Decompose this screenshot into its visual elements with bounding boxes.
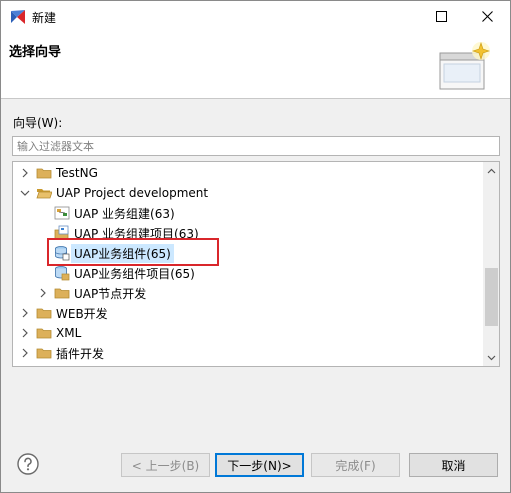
folder-icon xyxy=(36,168,52,179)
page-title: 选择向导 xyxy=(9,45,62,60)
window-title: 新建 xyxy=(32,11,57,25)
folder-icon xyxy=(36,328,52,339)
app-logo-icon xyxy=(11,10,25,24)
title-bar: 新建 xyxy=(1,1,510,32)
new-wizard-graphic-icon xyxy=(439,42,490,90)
chevron-right-icon[interactable] xyxy=(18,343,32,363)
maximize-button[interactable] xyxy=(418,1,464,32)
wizards-label: 向导(W): xyxy=(13,116,63,130)
database-project-icon xyxy=(55,266,70,281)
finish-button[interactable]: 完成(F) xyxy=(311,453,400,477)
folder-icon xyxy=(36,308,52,319)
tree-item-label: UAP节点开发 xyxy=(74,286,147,301)
tree-item-uap-component-build[interactable]: UAP 业务组建(63) xyxy=(54,203,175,223)
close-icon xyxy=(481,11,493,22)
tree-item-label: UAP业务组件项目(65) xyxy=(74,266,195,281)
chevron-right-icon[interactable] xyxy=(18,163,32,183)
tree-item-label: UAP 业务组建(63) xyxy=(74,206,175,221)
tree-item-plugin-development[interactable]: 插件开发 xyxy=(18,343,104,363)
help-icon[interactable] xyxy=(16,452,40,476)
chevron-up-icon xyxy=(487,168,496,173)
chevron-right-icon[interactable] xyxy=(36,283,50,303)
component-icon xyxy=(54,206,70,220)
scroll-thumb[interactable] xyxy=(485,268,498,326)
scroll-up-button[interactable] xyxy=(483,162,499,179)
tree-item-uap-node-development[interactable]: UAP节点开发 xyxy=(36,283,146,303)
tree-item-uap-business-component[interactable]: UAP业务组件(65) xyxy=(54,243,174,263)
tree-item-label: TestNG xyxy=(56,166,98,180)
tree-item-web-development[interactable]: WEB开发 xyxy=(18,303,108,323)
tree-item-label: XML xyxy=(56,326,82,340)
scroll-down-button[interactable] xyxy=(483,349,499,366)
tree-item-label: UAP Project development xyxy=(56,186,209,200)
wizard-banner: 选择向导 xyxy=(1,32,510,99)
chevron-down-icon xyxy=(487,355,496,360)
tree-item-uap-project-development[interactable]: UAP Project development xyxy=(18,183,208,203)
tree-item-label: 插件开发 xyxy=(56,346,105,361)
new-wizard-dialog: 新建 选择向导 向导(W): 输入过滤器文本 TestNG UAP Projec… xyxy=(0,0,511,493)
tree-item-label: WEB开发 xyxy=(56,306,108,321)
chevron-right-icon[interactable] xyxy=(18,303,32,323)
cancel-button[interactable]: 取消 xyxy=(409,453,498,477)
close-button[interactable] xyxy=(464,1,510,32)
chevron-right-icon[interactable] xyxy=(18,323,32,343)
filter-input[interactable] xyxy=(12,136,500,156)
folder-open-icon xyxy=(36,189,52,199)
chevron-down-icon[interactable] xyxy=(18,183,32,203)
next-button[interactable]: 下一步(N)> xyxy=(215,453,304,477)
tree-item-label: UAP业务组件(65) xyxy=(71,243,174,263)
folder-icon xyxy=(36,348,52,359)
tree-item-uap-business-component-project[interactable]: UAP业务组件项目(65) xyxy=(54,263,195,283)
database-icon xyxy=(55,246,70,261)
folder-icon xyxy=(54,288,70,299)
tree-scrollbar[interactable] xyxy=(483,162,499,366)
tree-item-testng[interactable]: TestNG xyxy=(18,163,98,183)
back-button[interactable]: < 上一步(B) xyxy=(121,453,210,477)
wizard-tree[interactable]: TestNG UAP Project development UAP 业务组建(… xyxy=(12,161,500,367)
tree-item-xml[interactable]: XML xyxy=(18,323,81,343)
maximize-icon xyxy=(435,11,447,22)
